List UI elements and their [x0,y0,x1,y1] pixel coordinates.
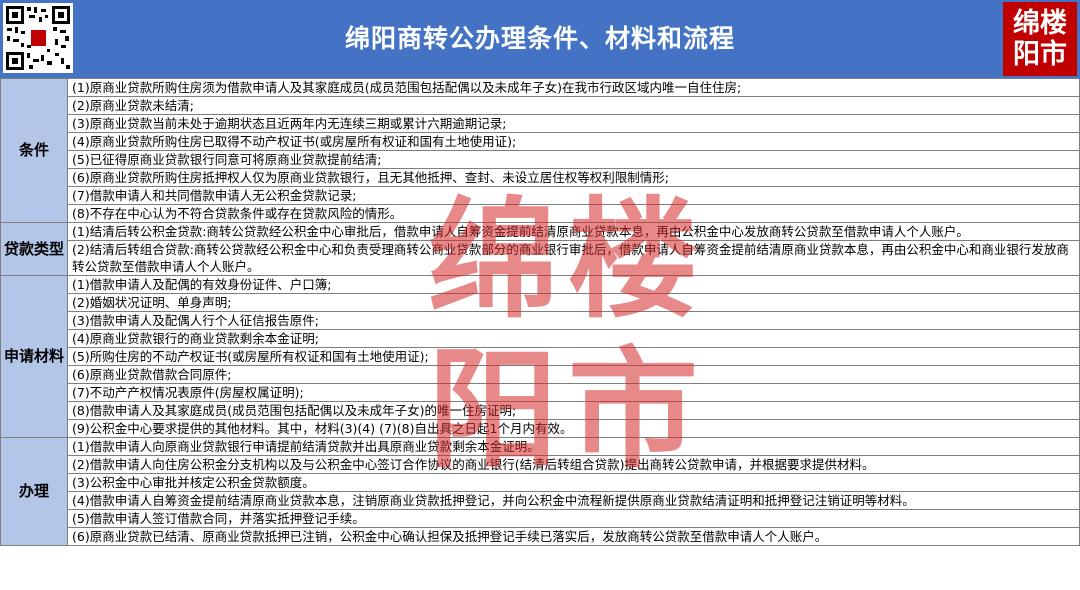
table-row: (6)原商业贷款借款合同原件; [1,365,1080,384]
table-row: (2)借款申请人向住房公积金分支机构以及与公积金中心签订合作协议的商业银行(结清… [1,455,1080,474]
table-row: (5)已征得原商业贷款银行同意可将原商业贷款提前结清; [1,150,1080,169]
list-item: (5)已征得原商业贷款银行同意可将原商业贷款提前结清; [67,150,1080,169]
table-row: (4)原商业贷款所购住房已取得不动产权证书(或房屋所有权证和国有土地使用证); [1,132,1080,151]
category-process: 办理 [0,437,68,546]
logo-line-1: 绵楼 [1013,8,1067,39]
list-item: (8)不存在中心认为不符合贷款条件或存在贷款风险的情形。 [67,204,1080,223]
list-item: (2)借款申请人向住房公积金分支机构以及与公积金中心签订合作协议的商业银行(结清… [67,455,1080,474]
list-item: (4)原商业贷款银行的商业贷款剩余本金证明; [67,329,1080,348]
qr-code [3,3,73,73]
table-row: (7)借款申请人和共同借款申请人无公积金贷款记录; [1,186,1080,205]
category-materials: 申请材料 [0,275,68,438]
table-row: 办理 (1)借款申请人向原商业贷款银行申请提前结清贷款并出具原商业贷款剩余本金证… [0,437,1080,546]
list-item: (1)借款申请人向原商业贷款银行申请提前结清贷款并出具原商业贷款剩余本金证明。 [67,437,1080,456]
list-item: (9)公积金中心要求提供的其他材料。其中，材料(3)(4) (7)(8)自出具之… [67,419,1080,438]
table-row: (6)原商业贷款已结清、原商业贷款抵押已注销，公积金中心确认担保及抵押登记手续已… [1,527,1080,546]
table-row: (8)借款申请人及其家庭成员(成员范围包括配偶以及未成年子女)的唯一住房证明; [1,401,1080,420]
logo-line-2: 阳市 [1013,39,1067,70]
list-item: (6)原商业贷款已结清、原商业贷款抵押已注销，公积金中心确认担保及抵押登记手续已… [67,527,1080,546]
list-item: (6)原商业贷款所购住房抵押权人仅为原商业贷款银行，且无其他抵押、查封、未设立居… [67,168,1080,187]
list-item: (7)不动产产权情况表原件(房屋权属证明); [67,383,1080,402]
table-row: (3)公积金中心审批并核定公积金贷款额度。 [1,473,1080,492]
table-row: (6)原商业贷款所购住房抵押权人仅为原商业贷款银行，且无其他抵押、查封、未设立居… [1,168,1080,187]
table-row: (2)原商业贷款未结清; [1,96,1080,115]
list-item: (8)借款申请人及其家庭成员(成员范围包括配偶以及未成年子女)的唯一住房证明; [67,401,1080,420]
list-item: (1)结清后转公积金贷款:商转公贷款经公积金中心审批后，借款申请人自筹资金提前结… [67,222,1080,241]
page-title: 绵阳商转公办理条件、材料和流程 [344,24,735,53]
category-loan-types: 贷款类型 [0,222,68,276]
table-row: (4)原商业贷款银行的商业贷款剩余本金证明; [1,329,1080,348]
table-row: (9)公积金中心要求提供的其他材料。其中，材料(3)(4) (7)(8)自出具之… [1,419,1080,438]
brand-logo: 绵楼 阳市 [1003,2,1077,76]
table-row: (8)不存在中心认为不符合贷款条件或存在贷款风险的情形。 [1,204,1080,223]
list-item: (5)所购住房的不动产权证书(或房屋所有权证和国有土地使用证); [67,347,1080,366]
list-item: (3)借款申请人及配偶人行个人征信报告原件; [67,311,1080,330]
table-row: 贷款类型 (1)结清后转公积金贷款:商转公贷款经公积金中心审批后，借款申请人自筹… [0,222,1080,276]
qr-code-icon [3,3,73,73]
list-item: (3)原商业贷款当前未处于逾期状态且近两年内无连续三期或累计六期逾期记录; [67,114,1080,133]
list-item: (4)原商业贷款所购住房已取得不动产权证书(或房屋所有权证和国有土地使用证); [67,132,1080,151]
list-item: (5)借款申请人签订借款合同，并落实抵押登记手续。 [67,509,1080,528]
title-bar: 绵阳商转公办理条件、材料和流程 绵楼 阳市 [0,0,1080,78]
list-item: (6)原商业贷款借款合同原件; [67,365,1080,384]
list-item: (1)借款申请人及配偶的有效身份证件、户口簿; [67,275,1080,294]
list-item: (7)借款申请人和共同借款申请人无公积金贷款记录; [67,186,1080,205]
table-row: (7)不动产产权情况表原件(房屋权属证明); [1,383,1080,402]
list-item: (4)借款申请人自筹资金提前结清原商业贷款本息，注销原商业贷款抵押登记，并向公积… [67,491,1080,510]
table-row: (2)婚姻状况证明、单身声明; [1,293,1080,312]
info-table: 条件 (1)原商业贷款所购住房须为借款申请人及其家庭成员(成员范围包括配偶以及未… [0,78,1080,546]
table-row: (5)所购住房的不动产权证书(或房屋所有权证和国有土地使用证); [1,347,1080,366]
table-row: 申请材料 (1)借款申请人及配偶的有效身份证件、户口簿; [0,275,1080,438]
list-item: (2)原商业贷款未结清; [67,96,1080,115]
list-item: (2)结清后转组合贷款:商转公贷款经公积金中心和负责受理商转公商业贷款部分的商业… [67,240,1080,276]
list-item: (3)公积金中心审批并核定公积金贷款额度。 [67,473,1080,492]
table-row: (3)原商业贷款当前未处于逾期状态且近两年内无连续三期或累计六期逾期记录; [1,114,1080,133]
table-row: (5)借款申请人签订借款合同，并落实抵押登记手续。 [1,509,1080,528]
list-item: (1)原商业贷款所购住房须为借款申请人及其家庭成员(成员范围包括配偶以及未成年子… [67,78,1080,97]
table-row: (3)借款申请人及配偶人行个人征信报告原件; [1,311,1080,330]
category-conditions: 条件 [0,78,68,223]
table-row: (2)结清后转组合贷款:商转公贷款经公积金中心和负责受理商转公商业贷款部分的商业… [1,240,1080,276]
table-row: 条件 (1)原商业贷款所购住房须为借款申请人及其家庭成员(成员范围包括配偶以及未… [0,78,1080,223]
list-item: (2)婚姻状况证明、单身声明; [67,293,1080,312]
table-row: (4)借款申请人自筹资金提前结清原商业贷款本息，注销原商业贷款抵押登记，并向公积… [1,491,1080,510]
